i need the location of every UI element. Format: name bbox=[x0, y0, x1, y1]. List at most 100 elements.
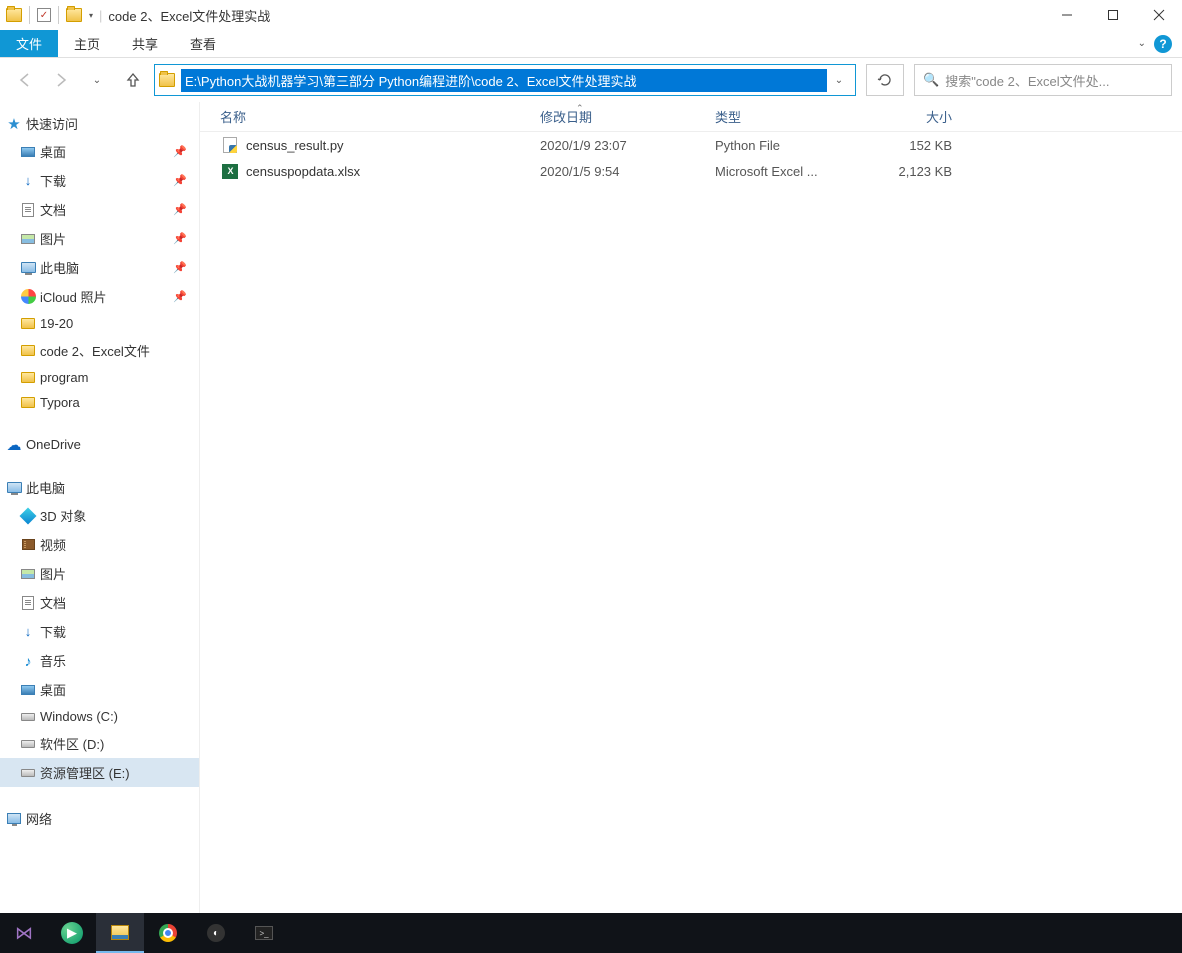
sidebar-item[interactable]: Typora bbox=[0, 390, 199, 415]
col-date[interactable]: 修改日期 bbox=[540, 107, 715, 126]
sidebar-item[interactable]: 桌面 bbox=[0, 675, 199, 704]
terminal-icon: >_ bbox=[255, 926, 273, 940]
sidebar-item[interactable]: 文档 bbox=[0, 588, 199, 617]
folder-icon bbox=[6, 8, 22, 22]
vscode-icon: ⋈ bbox=[15, 923, 33, 944]
network-icon bbox=[6, 811, 22, 827]
address-path[interactable]: E:\Python大战机器学习\第三部分 Python编程进阶\code 2、E… bbox=[181, 69, 827, 92]
file-list-pane: ⌃ 名称 修改日期 类型 大小 census_result.py2020/1/9… bbox=[200, 102, 1182, 913]
taskbar-media[interactable]: ▶ bbox=[48, 913, 96, 953]
col-type[interactable]: 类型 bbox=[715, 107, 870, 126]
search-input[interactable]: 🔍 搜索"code 2、Excel文件处... bbox=[914, 64, 1172, 96]
tab-home[interactable]: 主页 bbox=[58, 30, 116, 57]
file-list[interactable]: census_result.py2020/1/9 23:07Python Fil… bbox=[200, 132, 1182, 184]
separator bbox=[58, 6, 59, 24]
sidebar-item[interactable]: 19-20 bbox=[0, 311, 199, 336]
close-button[interactable] bbox=[1136, 0, 1182, 30]
sidebar-item[interactable]: 文档📌 bbox=[0, 195, 199, 224]
drive-icon bbox=[20, 765, 36, 781]
desk-icon bbox=[20, 144, 36, 160]
forward-button[interactable] bbox=[46, 65, 76, 95]
quick-access-header[interactable]: ★ 快速访问 bbox=[0, 110, 199, 137]
pin-icon: 📌 bbox=[173, 261, 187, 274]
fold-icon bbox=[20, 395, 36, 411]
sidebar-item[interactable]: ♪音乐 bbox=[0, 646, 199, 675]
qat: ✓ ▾ bbox=[6, 6, 93, 24]
play-icon: ▶ bbox=[61, 922, 83, 944]
fold-icon bbox=[20, 370, 36, 386]
sidebar-item[interactable]: 桌面📌 bbox=[0, 137, 199, 166]
sidebar-item[interactable]: 软件区 (D:) bbox=[0, 729, 199, 758]
taskbar-explorer[interactable] bbox=[96, 913, 144, 953]
sidebar-item[interactable]: 图片📌 bbox=[0, 224, 199, 253]
folder-icon bbox=[66, 8, 82, 22]
navigation-pane[interactable]: ★ 快速访问 桌面📌↓下载📌文档📌图片📌此电脑📌iCloud 照片📌19-20c… bbox=[0, 102, 200, 913]
sidebar-item[interactable]: 视频 bbox=[0, 530, 199, 559]
sidebar-item[interactable]: 图片 bbox=[0, 559, 199, 588]
network-header[interactable]: 网络 bbox=[0, 805, 199, 832]
help-icon[interactable]: ? bbox=[1154, 35, 1172, 53]
desk-icon bbox=[20, 682, 36, 698]
file-row[interactable]: census_result.py2020/1/9 23:07Python Fil… bbox=[200, 132, 1182, 158]
app-icon: ◐ bbox=[207, 924, 225, 942]
properties-icon[interactable]: ✓ bbox=[37, 8, 51, 22]
fold-icon bbox=[20, 343, 36, 359]
sidebar-item[interactable]: Windows (C:) bbox=[0, 704, 199, 729]
folder-icon bbox=[159, 73, 175, 87]
refresh-button[interactable] bbox=[866, 64, 904, 96]
maximize-button[interactable] bbox=[1090, 0, 1136, 30]
pin-icon: 📌 bbox=[173, 145, 187, 158]
col-name[interactable]: 名称 bbox=[220, 107, 540, 126]
taskbar-terminal[interactable]: >_ bbox=[240, 913, 288, 953]
window-controls bbox=[1044, 0, 1182, 30]
back-button[interactable] bbox=[10, 65, 40, 95]
cloud-icon: ☁ bbox=[6, 437, 22, 453]
sidebar-item[interactable]: ↓下载📌 bbox=[0, 166, 199, 195]
qat-dropdown-icon[interactable]: ▾ bbox=[89, 11, 93, 20]
sidebar-item[interactable]: ↓下载 bbox=[0, 617, 199, 646]
col-size[interactable]: 大小 bbox=[870, 107, 970, 126]
taskbar-vscode[interactable]: ⋈ bbox=[0, 913, 48, 953]
onedrive-header[interactable]: ☁ OneDrive bbox=[0, 433, 199, 456]
tab-share[interactable]: 共享 bbox=[116, 30, 174, 57]
chevron-down-icon[interactable]: ⌄ bbox=[1138, 38, 1146, 49]
tab-view[interactable]: 查看 bbox=[174, 30, 232, 57]
pic-icon bbox=[20, 566, 36, 582]
quick-access-group: ★ 快速访问 桌面📌↓下载📌文档📌图片📌此电脑📌iCloud 照片📌19-20c… bbox=[0, 110, 199, 415]
sidebar-item[interactable]: iCloud 照片📌 bbox=[0, 282, 199, 311]
pin-icon: 📌 bbox=[173, 174, 187, 187]
sidebar-item[interactable]: 此电脑📌 bbox=[0, 253, 199, 282]
taskbar-obsidian[interactable]: ◐ bbox=[192, 913, 240, 953]
fold-icon bbox=[20, 316, 36, 332]
dl-icon: ↓ bbox=[20, 173, 36, 189]
explorer-window: ✓ ▾ | code 2、Excel文件处理实战 文件 主页 共享 查看 ⌄ ?… bbox=[0, 0, 1182, 953]
up-button[interactable] bbox=[118, 65, 148, 95]
threed-icon bbox=[20, 508, 36, 524]
dl-icon: ↓ bbox=[20, 624, 36, 640]
tab-file[interactable]: 文件 bbox=[0, 30, 58, 57]
onedrive-group: ☁ OneDrive bbox=[0, 433, 199, 456]
pin-icon: 📌 bbox=[173, 290, 187, 303]
sidebar-item[interactable]: 资源管理区 (E:) bbox=[0, 758, 199, 787]
taskbar-chrome[interactable] bbox=[144, 913, 192, 953]
pc-icon bbox=[6, 480, 22, 496]
taskbar[interactable]: ⋈ ▶ ◐ >_ bbox=[0, 913, 1182, 953]
body: ★ 快速访问 桌面📌↓下载📌文档📌图片📌此电脑📌iCloud 照片📌19-20c… bbox=[0, 102, 1182, 913]
file-row[interactable]: Xcensuspopdata.xlsx2020/1/5 9:54Microsof… bbox=[200, 158, 1182, 184]
thispc-header[interactable]: 此电脑 bbox=[0, 474, 199, 501]
doc-icon bbox=[20, 595, 36, 611]
sidebar-item[interactable]: code 2、Excel文件 bbox=[0, 336, 199, 365]
thispc-group: 此电脑 3D 对象视频图片文档↓下载♪音乐桌面Windows (C:)软件区 (… bbox=[0, 474, 199, 787]
chevron-down-icon[interactable]: ⌄ bbox=[827, 75, 851, 86]
separator bbox=[29, 6, 30, 24]
sidebar-item[interactable]: 3D 对象 bbox=[0, 501, 199, 530]
sidebar-item[interactable]: program bbox=[0, 365, 199, 390]
search-placeholder: 搜索"code 2、Excel文件处... bbox=[945, 71, 1109, 90]
chrome-icon bbox=[159, 924, 177, 942]
explorer-icon bbox=[111, 925, 129, 940]
address-bar[interactable]: E:\Python大战机器学习\第三部分 Python编程进阶\code 2、E… bbox=[154, 64, 856, 96]
py-file-icon bbox=[220, 137, 240, 153]
pin-icon: 📌 bbox=[173, 232, 187, 245]
minimize-button[interactable] bbox=[1044, 0, 1090, 30]
recent-dropdown[interactable]: ⌄ bbox=[82, 65, 112, 95]
